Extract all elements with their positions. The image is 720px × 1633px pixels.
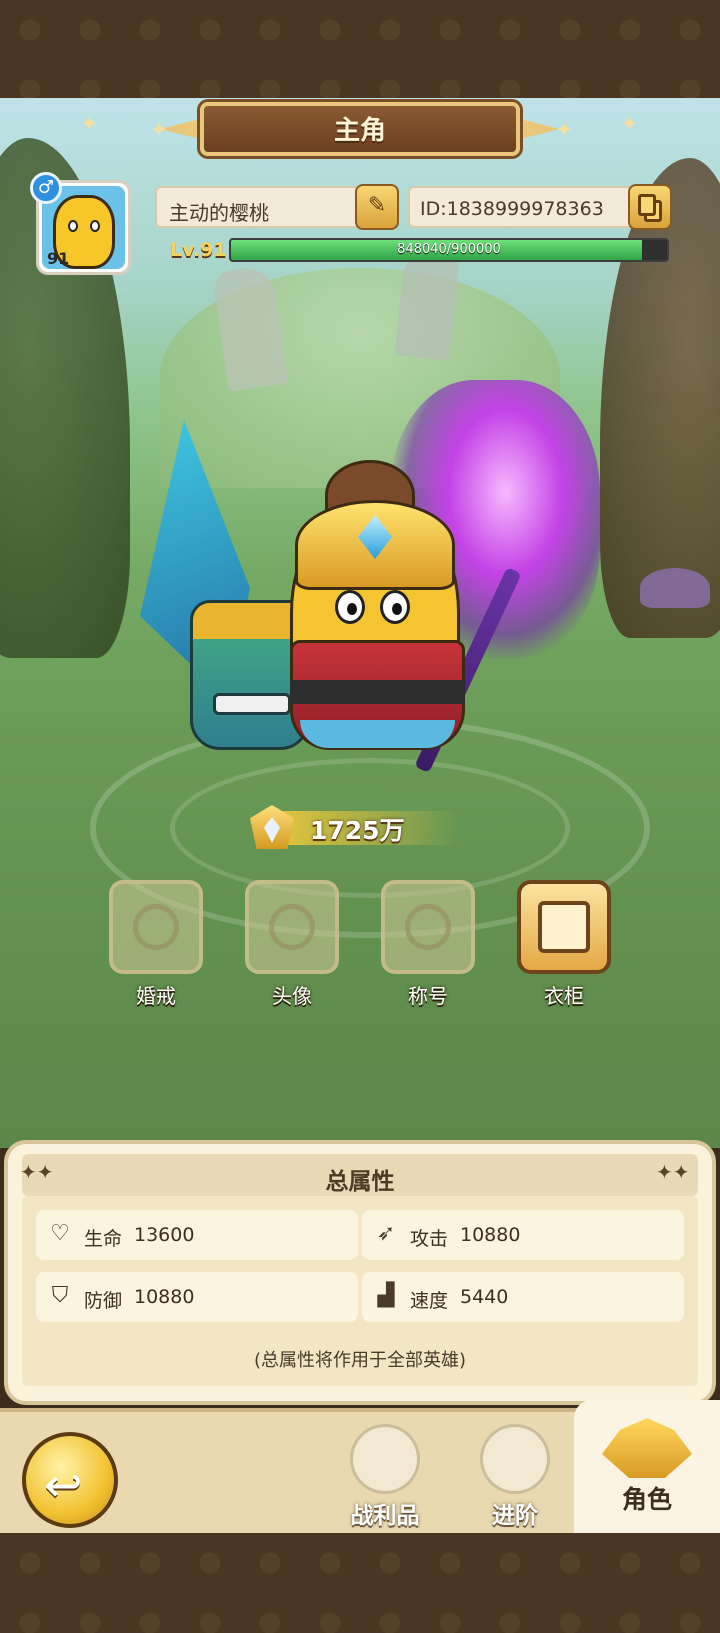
- back-button[interactable]: ↩: [22, 1432, 118, 1528]
- stat-attack: ➶ 攻击 10880: [362, 1210, 684, 1260]
- stats-body: ♡ 生命 13600 ➶ 攻击 10880 ⛉ 防御 10880 ▟ 速度 54…: [22, 1196, 698, 1386]
- stat-value: 10880: [460, 1224, 521, 1246]
- copy-icon-back: [638, 194, 656, 216]
- feature-label: 头像: [272, 984, 312, 1008]
- avatar-eye: [68, 220, 78, 232]
- mask-teeth: [213, 693, 291, 715]
- stat-hp: ♡ 生命 13600: [36, 1210, 358, 1260]
- attack-icon: ➶: [376, 1221, 396, 1246]
- avatar-level: 91: [47, 249, 70, 268]
- copy-id-button[interactable]: [628, 184, 672, 230]
- nav-loot[interactable]: 战利品: [335, 1424, 435, 1529]
- player-id: ID:1838999978363: [420, 198, 604, 220]
- feature-title-button[interactable]: 称号: [381, 880, 475, 1010]
- player-id-field: ID:1838999978363: [408, 186, 658, 228]
- pencil-icon: ✎: [367, 193, 387, 218]
- stats-header: 总属性: [22, 1154, 698, 1196]
- stats-title: 总属性: [325, 1169, 395, 1195]
- shield-icon: ⛉: [51, 1283, 69, 1308]
- power-value: 1725万: [310, 816, 405, 845]
- edit-name-button[interactable]: ✎: [355, 184, 399, 230]
- stat-name: 速度: [410, 1290, 449, 1312]
- stat-name: 生命: [84, 1228, 123, 1250]
- experience-text: 848040/900000: [397, 242, 501, 257]
- total-stats-panel: 总属性 ✦✦ ✦✦ ♡ 生命 13600 ➶ 攻击 10880 ⛉ 防御 108…: [4, 1140, 716, 1405]
- stats-note: (总属性将作用于全部英雄): [253, 1350, 467, 1371]
- male-gender-icon: ♂: [30, 172, 62, 204]
- sparkle-icon: ✦✦: [20, 1160, 54, 1184]
- feature-tile: [381, 880, 475, 974]
- hero-character[interactable]: [130, 380, 610, 800]
- character-icon: [602, 1418, 692, 1478]
- sword-icon: [480, 1424, 550, 1494]
- nav-label: 角色: [621, 1485, 672, 1514]
- heart-icon: ♡: [50, 1221, 70, 1246]
- hero-pupil: [392, 603, 402, 615]
- avatar-eye: [90, 220, 100, 232]
- hero-belt: [290, 680, 465, 704]
- title-crown-icon: [405, 904, 451, 950]
- bottom-decor-band: [0, 1533, 720, 1633]
- ring-icon: [133, 904, 179, 950]
- nav-advance[interactable]: 进阶: [465, 1424, 565, 1529]
- stat-name: 攻击: [410, 1228, 449, 1250]
- nav-character[interactable]: 角色: [574, 1400, 720, 1533]
- loot-icon: [350, 1424, 420, 1494]
- feature-portrait-button[interactable]: 头像: [245, 880, 339, 1010]
- portrait-icon: [269, 904, 315, 950]
- top-decor-band: [0, 0, 720, 98]
- level-label: Lv.91: [170, 239, 227, 261]
- title-banner: 主角: [160, 96, 550, 164]
- back-arrow-icon: ↩: [44, 1458, 83, 1512]
- stone-pillar: [394, 245, 461, 361]
- wardrobe-icon: [538, 901, 590, 953]
- nav-label: 战利品: [350, 1503, 420, 1529]
- player-name: 主动的樱桃: [169, 201, 269, 225]
- stat-value: 5440: [460, 1286, 509, 1308]
- mushroom: [640, 568, 710, 608]
- feature-wardrobe-button[interactable]: 衣柜: [517, 880, 611, 1010]
- hero-pupil: [347, 603, 357, 615]
- stat-name: 防御: [84, 1290, 123, 1312]
- hero-robe-hem: [300, 720, 455, 748]
- sparkle-icon: ✦: [620, 112, 639, 137]
- feature-label: 婚戒: [136, 984, 176, 1008]
- sparkle-icon: ✦: [555, 118, 574, 143]
- experience-bar: 848040/900000: [229, 238, 669, 262]
- feature-label: 称号: [408, 984, 448, 1008]
- stat-value: 13600: [134, 1224, 195, 1246]
- feature-tile: [517, 880, 611, 974]
- sparkle-icon: ✦✦: [656, 1160, 690, 1184]
- feature-tile: [109, 880, 203, 974]
- feature-tile: [245, 880, 339, 974]
- nav-label: 进阶: [492, 1503, 538, 1529]
- page-title: 主角: [333, 116, 386, 146]
- stat-defense: ⛉ 防御 10880: [36, 1272, 358, 1322]
- sparkle-icon: ✦: [80, 112, 99, 137]
- boot-icon: ▟: [377, 1283, 395, 1308]
- hero-eye: [335, 590, 365, 624]
- stat-speed: ▟ 速度 5440: [362, 1272, 684, 1322]
- hero-eye: [380, 590, 410, 624]
- combat-power: 1725万: [250, 805, 470, 849]
- sparkle-icon: ✦: [150, 118, 169, 143]
- stat-value: 10880: [134, 1286, 195, 1308]
- feature-label: 衣柜: [544, 984, 584, 1008]
- feature-ring-button[interactable]: 婚戒: [109, 880, 203, 1010]
- tree-right: [600, 158, 720, 638]
